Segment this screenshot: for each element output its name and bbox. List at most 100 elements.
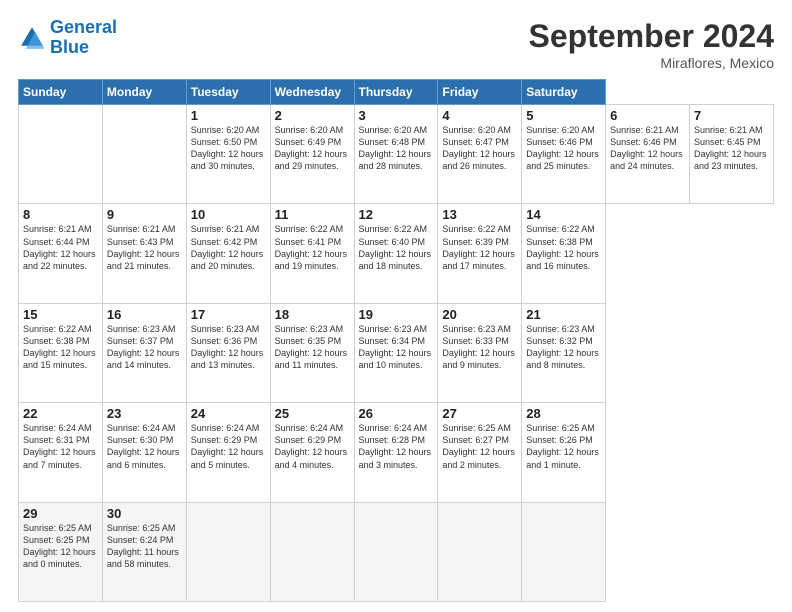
day-number: 19 [359,307,434,322]
day-number: 21 [526,307,601,322]
calendar-cell [270,502,354,601]
day-number: 24 [191,406,266,421]
calendar-cell: 26 Sunrise: 6:24 AMSunset: 6:28 PMDaylig… [354,403,438,502]
day-number: 1 [191,108,266,123]
calendar-cell: 27 Sunrise: 6:25 AMSunset: 6:27 PMDaylig… [438,403,522,502]
calendar-cell: 20 Sunrise: 6:23 AMSunset: 6:33 PMDaylig… [438,303,522,402]
day-number: 17 [191,307,266,322]
calendar-cell: 17 Sunrise: 6:23 AMSunset: 6:36 PMDaylig… [186,303,270,402]
week-row-3: 22 Sunrise: 6:24 AMSunset: 6:31 PMDaylig… [19,403,774,502]
calendar-cell: 10 Sunrise: 6:21 AMSunset: 6:42 PMDaylig… [186,204,270,303]
week-row-1: 8 Sunrise: 6:21 AMSunset: 6:44 PMDayligh… [19,204,774,303]
day-number: 6 [610,108,685,123]
cell-detail: Sunrise: 6:21 AMSunset: 6:42 PMDaylight:… [191,224,264,270]
cell-detail: Sunrise: 6:21 AMSunset: 6:44 PMDaylight:… [23,224,96,270]
cell-detail: Sunrise: 6:23 AMSunset: 6:34 PMDaylight:… [359,324,432,370]
logo-line1: General [50,17,117,37]
week-row-4: 29 Sunrise: 6:25 AMSunset: 6:25 PMDaylig… [19,502,774,601]
cell-detail: Sunrise: 6:25 AMSunset: 6:24 PMDaylight:… [107,523,179,569]
day-number: 26 [359,406,434,421]
calendar-cell: 9 Sunrise: 6:21 AMSunset: 6:43 PMDayligh… [102,204,186,303]
calendar-cell: 14 Sunrise: 6:22 AMSunset: 6:38 PMDaylig… [522,204,606,303]
cell-detail: Sunrise: 6:22 AMSunset: 6:40 PMDaylight:… [359,224,432,270]
day-number: 2 [275,108,350,123]
calendar-cell: 30 Sunrise: 6:25 AMSunset: 6:24 PMDaylig… [102,502,186,601]
week-row-2: 15 Sunrise: 6:22 AMSunset: 6:38 PMDaylig… [19,303,774,402]
col-header-tuesday: Tuesday [186,80,270,105]
calendar-body: 1 Sunrise: 6:20 AMSunset: 6:50 PMDayligh… [19,105,774,602]
cell-detail: Sunrise: 6:23 AMSunset: 6:32 PMDaylight:… [526,324,599,370]
day-number: 14 [526,207,601,222]
calendar-cell [102,105,186,204]
day-number: 23 [107,406,182,421]
cell-detail: Sunrise: 6:24 AMSunset: 6:28 PMDaylight:… [359,423,432,469]
col-header-thursday: Thursday [354,80,438,105]
day-number: 28 [526,406,601,421]
day-number: 4 [442,108,517,123]
calendar-cell: 23 Sunrise: 6:24 AMSunset: 6:30 PMDaylig… [102,403,186,502]
cell-detail: Sunrise: 6:21 AMSunset: 6:46 PMDaylight:… [610,125,683,171]
week-row-0: 1 Sunrise: 6:20 AMSunset: 6:50 PMDayligh… [19,105,774,204]
calendar-cell: 29 Sunrise: 6:25 AMSunset: 6:25 PMDaylig… [19,502,103,601]
calendar-cell: 12 Sunrise: 6:22 AMSunset: 6:40 PMDaylig… [354,204,438,303]
day-number: 3 [359,108,434,123]
cell-detail: Sunrise: 6:20 AMSunset: 6:47 PMDaylight:… [442,125,515,171]
cell-detail: Sunrise: 6:24 AMSunset: 6:29 PMDaylight:… [275,423,348,469]
cell-detail: Sunrise: 6:25 AMSunset: 6:26 PMDaylight:… [526,423,599,469]
cell-detail: Sunrise: 6:22 AMSunset: 6:39 PMDaylight:… [442,224,515,270]
header: General Blue September 2024 Miraflores, … [18,18,774,71]
day-number: 13 [442,207,517,222]
day-number: 8 [23,207,98,222]
cell-detail: Sunrise: 6:22 AMSunset: 6:41 PMDaylight:… [275,224,348,270]
day-number: 20 [442,307,517,322]
calendar-cell: 6 Sunrise: 6:21 AMSunset: 6:46 PMDayligh… [606,105,690,204]
col-header-saturday: Saturday [522,80,606,105]
day-number: 9 [107,207,182,222]
calendar-cell: 1 Sunrise: 6:20 AMSunset: 6:50 PMDayligh… [186,105,270,204]
title-block: September 2024 Miraflores, Mexico [529,18,774,71]
cell-detail: Sunrise: 6:20 AMSunset: 6:46 PMDaylight:… [526,125,599,171]
logo: General Blue [18,18,117,58]
day-number: 30 [107,506,182,521]
calendar-cell: 5 Sunrise: 6:20 AMSunset: 6:46 PMDayligh… [522,105,606,204]
calendar-cell: 8 Sunrise: 6:21 AMSunset: 6:44 PMDayligh… [19,204,103,303]
col-header-wednesday: Wednesday [270,80,354,105]
cell-detail: Sunrise: 6:24 AMSunset: 6:29 PMDaylight:… [191,423,264,469]
month-title: September 2024 [529,18,774,55]
subtitle: Miraflores, Mexico [529,55,774,71]
calendar-cell: 21 Sunrise: 6:23 AMSunset: 6:32 PMDaylig… [522,303,606,402]
calendar-cell: 7 Sunrise: 6:21 AMSunset: 6:45 PMDayligh… [690,105,774,204]
cell-detail: Sunrise: 6:22 AMSunset: 6:38 PMDaylight:… [23,324,96,370]
calendar-cell [522,502,606,601]
calendar-cell: 16 Sunrise: 6:23 AMSunset: 6:37 PMDaylig… [102,303,186,402]
cell-detail: Sunrise: 6:25 AMSunset: 6:25 PMDaylight:… [23,523,96,569]
cell-detail: Sunrise: 6:23 AMSunset: 6:35 PMDaylight:… [275,324,348,370]
col-header-friday: Friday [438,80,522,105]
cell-detail: Sunrise: 6:23 AMSunset: 6:37 PMDaylight:… [107,324,180,370]
calendar-cell: 13 Sunrise: 6:22 AMSunset: 6:39 PMDaylig… [438,204,522,303]
cell-detail: Sunrise: 6:21 AMSunset: 6:43 PMDaylight:… [107,224,180,270]
day-number: 5 [526,108,601,123]
calendar-cell: 15 Sunrise: 6:22 AMSunset: 6:38 PMDaylig… [19,303,103,402]
day-number: 18 [275,307,350,322]
day-number: 27 [442,406,517,421]
col-header-sunday: Sunday [19,80,103,105]
calendar-cell: 3 Sunrise: 6:20 AMSunset: 6:48 PMDayligh… [354,105,438,204]
day-number: 16 [107,307,182,322]
calendar-table: SundayMondayTuesdayWednesdayThursdayFrid… [18,79,774,602]
calendar-cell: 22 Sunrise: 6:24 AMSunset: 6:31 PMDaylig… [19,403,103,502]
logo-icon [18,24,46,52]
cell-detail: Sunrise: 6:20 AMSunset: 6:49 PMDaylight:… [275,125,348,171]
day-number: 10 [191,207,266,222]
calendar-cell [438,502,522,601]
calendar-cell: 18 Sunrise: 6:23 AMSunset: 6:35 PMDaylig… [270,303,354,402]
calendar-cell: 2 Sunrise: 6:20 AMSunset: 6:49 PMDayligh… [270,105,354,204]
cell-detail: Sunrise: 6:25 AMSunset: 6:27 PMDaylight:… [442,423,515,469]
cell-detail: Sunrise: 6:24 AMSunset: 6:30 PMDaylight:… [107,423,180,469]
day-number: 7 [694,108,769,123]
logo-text: General Blue [50,18,117,58]
day-number: 29 [23,506,98,521]
calendar-cell: 11 Sunrise: 6:22 AMSunset: 6:41 PMDaylig… [270,204,354,303]
day-number: 12 [359,207,434,222]
calendar-cell: 19 Sunrise: 6:23 AMSunset: 6:34 PMDaylig… [354,303,438,402]
